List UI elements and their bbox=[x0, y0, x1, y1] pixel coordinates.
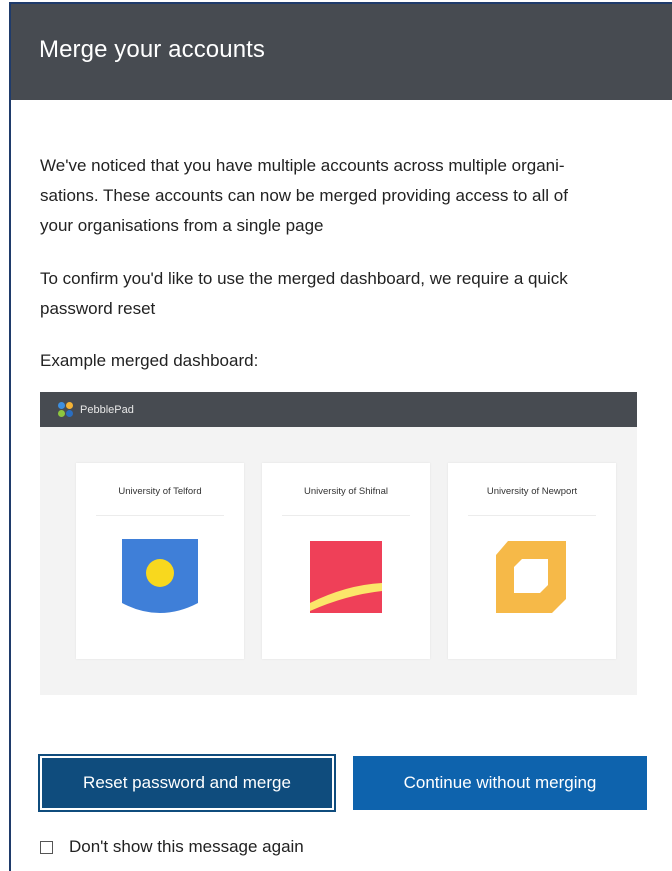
confirm-line-1: To confirm you'd like to use the merged … bbox=[40, 269, 568, 288]
confirm-paragraph: To confirm you'd like to use the merged … bbox=[40, 264, 655, 324]
card-divider bbox=[468, 515, 596, 516]
university-card-telford: University of Telford bbox=[76, 463, 244, 659]
intro-line-1: We've noticed that you have multiple acc… bbox=[40, 156, 565, 175]
dont-show-again-row[interactable]: Don't show this message again bbox=[40, 837, 304, 857]
intro-paragraph: We've noticed that you have multiple acc… bbox=[40, 151, 655, 241]
preview-app-bar: PebblePad bbox=[40, 392, 637, 427]
confirm-line-2: password reset bbox=[40, 299, 156, 318]
card-divider bbox=[282, 515, 410, 516]
telford-shield-icon bbox=[122, 539, 198, 613]
university-card-newport: University of Newport bbox=[448, 463, 616, 659]
merged-dashboard-preview: PebblePad University of Telford Universi… bbox=[40, 392, 637, 695]
reset-password-and-merge-button[interactable]: Reset password and merge bbox=[38, 754, 336, 812]
preview-app-name: PebblePad bbox=[80, 403, 134, 416]
dialog-header: Merge your accounts bbox=[11, 4, 672, 100]
intro-line-2: sations. These accounts can now be merge… bbox=[40, 186, 568, 205]
intro-line-3: your organisations from a single page bbox=[40, 216, 324, 235]
example-label: Example merged dashboard: bbox=[40, 351, 259, 370]
university-card-shifnal: University of Shifnal bbox=[262, 463, 430, 659]
shifnal-flag-icon bbox=[310, 541, 382, 613]
dont-show-again-checkbox[interactable] bbox=[40, 840, 53, 854]
pebblepad-logo-icon bbox=[58, 401, 74, 418]
merge-accounts-dialog: Merge your accounts We've noticed that y… bbox=[9, 2, 672, 871]
dialog-title: Merge your accounts bbox=[39, 36, 266, 63]
newport-hexagon-icon bbox=[496, 541, 566, 613]
university-name: University of Shifnal bbox=[304, 486, 388, 497]
card-divider bbox=[96, 515, 224, 516]
university-name: University of Newport bbox=[486, 486, 578, 497]
dont-show-again-label: Don't show this message again bbox=[69, 837, 304, 856]
university-name: University of Telford bbox=[118, 486, 202, 497]
continue-without-merging-button[interactable]: Continue without merging bbox=[353, 756, 647, 810]
